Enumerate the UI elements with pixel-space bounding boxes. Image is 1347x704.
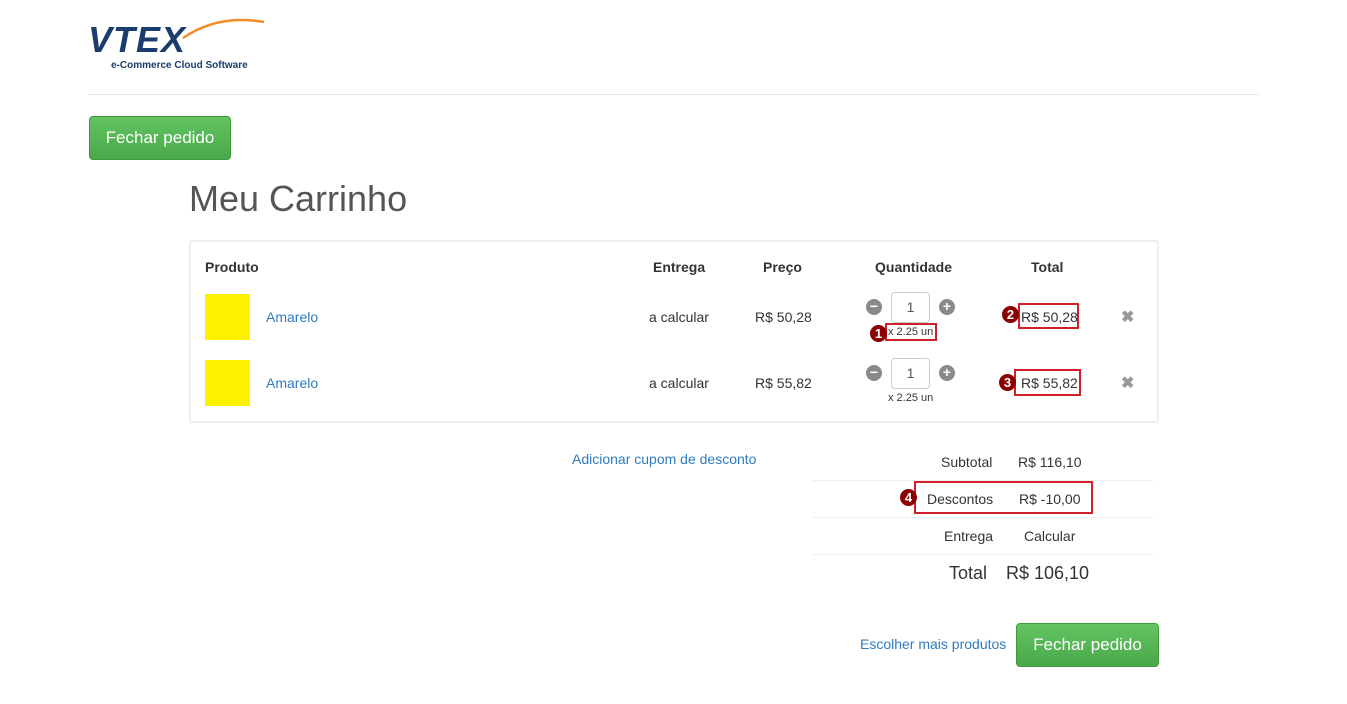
decrease-quantity-icon[interactable]: −: [866, 299, 882, 315]
annotation-number-3: 3: [999, 374, 1016, 391]
product-name-link[interactable]: Amarelo: [266, 309, 318, 325]
quantity-input[interactable]: 1: [891, 292, 930, 323]
annotation-number-2: 2: [1002, 306, 1019, 323]
choose-more-products-link[interactable]: Escolher mais produtos: [860, 636, 1006, 652]
product-name-link[interactable]: Amarelo: [266, 375, 318, 391]
quantity-input[interactable]: 1: [891, 358, 930, 389]
annotation-box-1: [885, 323, 937, 341]
column-header-product: Produto: [205, 259, 259, 275]
increase-quantity-icon[interactable]: +: [939, 299, 955, 315]
decrease-quantity-icon[interactable]: −: [866, 365, 882, 381]
summary-divider: [813, 517, 1153, 518]
annotation-box-3: [1014, 369, 1081, 396]
close-order-button-top[interactable]: Fechar pedido: [89, 116, 231, 160]
remove-item-icon[interactable]: ✖: [1121, 307, 1134, 327]
vtex-logo: VTEX e-Commerce Cloud Software: [88, 16, 268, 74]
logo-wordmark: VTEX: [88, 19, 187, 60]
summary-divider: [813, 480, 1153, 481]
close-order-button-bottom[interactable]: Fechar pedido: [1016, 623, 1159, 667]
discount-label: Descontos: [927, 491, 994, 507]
price-value: R$ 55,82: [755, 375, 812, 391]
unit-multiplier: x 2.25 un: [888, 392, 934, 404]
increase-quantity-icon[interactable]: +: [939, 365, 955, 381]
column-header-delivery: Entrega: [653, 259, 706, 275]
subtotal-label: Subtotal: [941, 454, 993, 470]
subtotal-value: R$ 116,10: [1018, 454, 1082, 470]
annotation-box-2: [1018, 303, 1079, 329]
total-value: R$ 106,10: [1006, 563, 1090, 583]
price-value: R$ 50,28: [755, 309, 812, 325]
column-header-total: Total: [1031, 259, 1064, 275]
delivery-value: a calcular: [649, 375, 709, 391]
column-header-quantity: Quantidade: [875, 259, 953, 275]
column-header-price: Preço: [763, 259, 802, 275]
shipping-label: Entrega: [944, 528, 994, 544]
product-thumbnail[interactable]: [205, 294, 250, 340]
logo-tagline: e-Commerce Cloud Software: [111, 60, 248, 71]
remove-item-icon[interactable]: ✖: [1121, 373, 1134, 393]
annotation-number-1: 1: [870, 325, 887, 342]
annotation-number-4: 4: [900, 489, 917, 506]
summary-divider: [813, 554, 1153, 555]
header-divider: [89, 94, 1259, 95]
calculate-shipping-link[interactable]: Calcular: [1024, 528, 1075, 544]
discount-value: R$ -10,00: [1019, 491, 1081, 507]
add-coupon-link[interactable]: Adicionar cupom de desconto: [572, 451, 756, 467]
total-label: Total: [949, 563, 988, 583]
delivery-value: a calcular: [649, 309, 709, 325]
page-title: Meu Carrinho: [189, 178, 408, 219]
product-thumbnail[interactable]: [205, 360, 250, 406]
